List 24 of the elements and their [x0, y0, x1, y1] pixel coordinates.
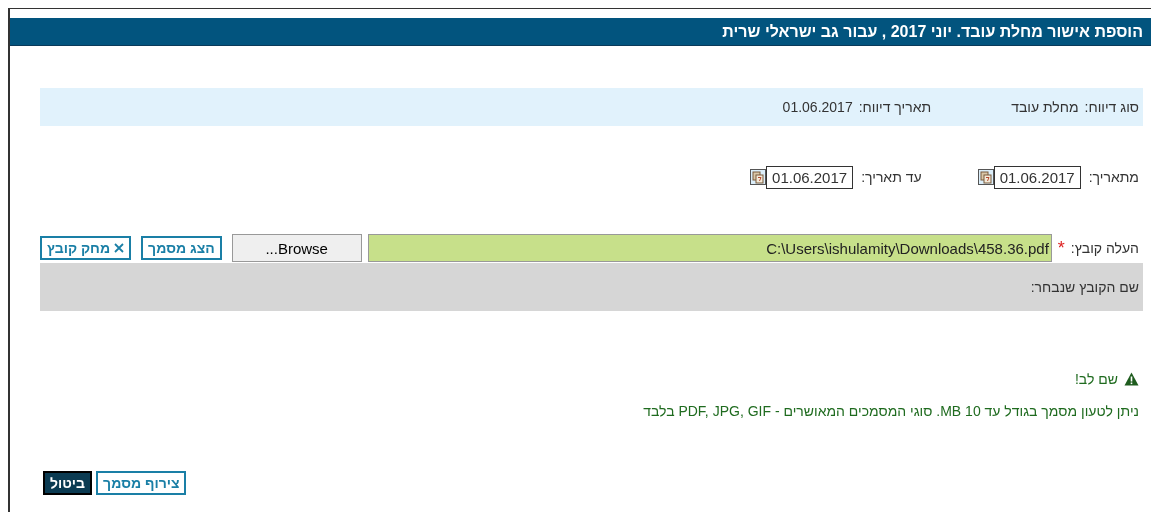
selected-file-label: שם הקובץ שנבחר: [1030, 279, 1139, 295]
window-title: הוספת אישור מחלת עובד. יוני 2017 , עבור גב ישראלי שרית [722, 22, 1143, 41]
warning-icon [1124, 372, 1139, 386]
notice-text: ניתן לטעון מסמך בגודל עד 10 MB. סוגי המסמכים המאושרים - PDF, JPG, GIF בלבד [642, 403, 1139, 419]
date-field[interactable]: 01.06.2017 [993, 165, 1081, 189]
notice-title: שם לב! [1075, 371, 1118, 387]
required-mark: * [1057, 237, 1065, 259]
delete-file-button[interactable]: מחק קובץ [40, 236, 132, 260]
info-value: מחלת עובד [1011, 99, 1079, 115]
date-label: מתאריך: [1088, 169, 1139, 185]
attach-button[interactable]: צירוף מסמך [96, 471, 187, 495]
calendar-icon[interactable] [977, 169, 994, 185]
info-label: סוג דיווח: [1084, 99, 1139, 115]
info-label: תאריך דיווח: [858, 99, 932, 115]
show-document-button[interactable]: הצג מסמך [141, 236, 222, 260]
close-icon [114, 243, 125, 253]
file-path-field[interactable]: C:\Users\ishulamity\Downloads\458.36.pdf [367, 234, 1052, 262]
date-field[interactable]: 01.06.2017 [766, 165, 854, 189]
info-value: 01.06.2017 [782, 99, 853, 115]
date-label: עד תאריך: [861, 169, 922, 185]
calendar-icon[interactable] [750, 169, 767, 185]
upload-label: העלה קובץ: [1070, 240, 1139, 256]
browse-button[interactable]: Browse... [231, 234, 362, 262]
cancel-button[interactable]: ביטול [43, 471, 93, 495]
